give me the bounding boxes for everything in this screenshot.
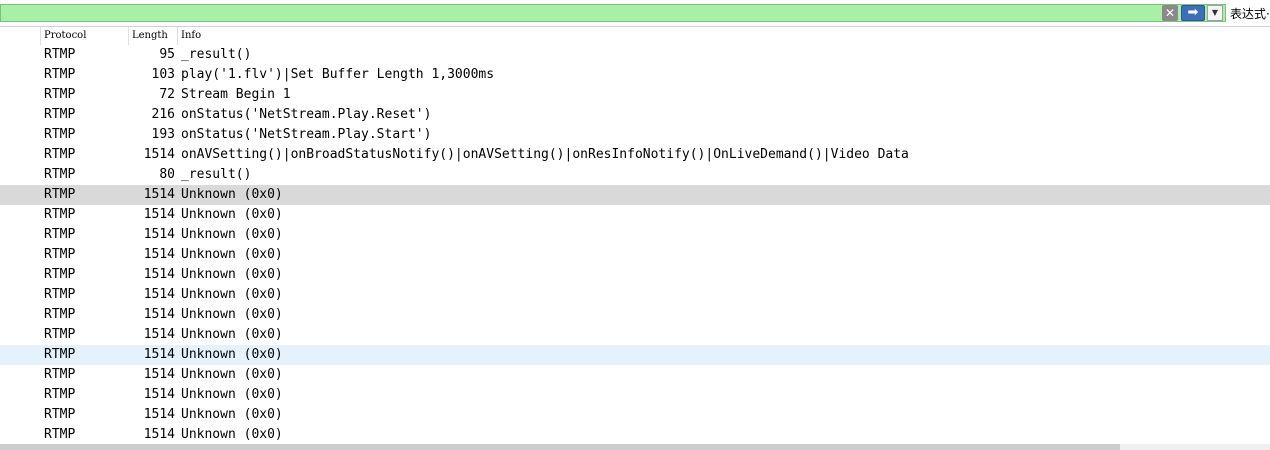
packet-row[interactable]: RTMP 1514 Unknown (0x0)	[0, 225, 1270, 245]
packet-list: RTMP 95 _result() RTMP 103 play('1.flv')|Set …	[0, 45, 1270, 445]
info-cell: _result()	[181, 167, 252, 182]
packet-row[interactable]: RTMP 1514 Unknown (0x0)	[0, 365, 1270, 385]
length-cell: 1514	[143, 227, 175, 242]
protocol-cell: RTMP	[44, 427, 76, 442]
length-cell: 1514	[143, 327, 175, 342]
packet-row[interactable]: RTMP 1514 Unknown (0x0)	[0, 345, 1270, 365]
protocol-cell: RTMP	[44, 367, 76, 382]
length-cell: 1514	[143, 247, 175, 262]
length-cell: 1514	[143, 367, 175, 382]
info-cell: Unknown (0x0)	[181, 307, 283, 322]
length-cell: 193	[151, 127, 175, 142]
length-cell: 1514	[143, 347, 175, 362]
info-cell: Unknown (0x0)	[181, 187, 283, 202]
length-cell: 103	[151, 67, 175, 82]
packet-row[interactable]: RTMP 193 onStatus('NetStream.Play.Start')	[0, 125, 1270, 145]
info-cell: Unknown (0x0)	[181, 387, 283, 402]
info-cell: _result()	[181, 47, 252, 62]
packet-row[interactable]: RTMP 1514 Unknown (0x0)	[0, 185, 1270, 205]
protocol-cell: RTMP	[44, 207, 76, 222]
info-cell: Unknown (0x0)	[181, 367, 283, 382]
length-cell: 1514	[143, 287, 175, 302]
packet-row[interactable]: RTMP 103 play('1.flv')|Set Buffer Length 1…	[0, 65, 1270, 85]
packet-row[interactable]: RTMP 1514 onAVSetting()|onBroadStatusNotif…	[0, 145, 1270, 165]
packet-row[interactable]: RTMP 216 onStatus('NetStream.Play.Reset')	[0, 105, 1270, 125]
packet-row[interactable]: RTMP 1514 Unknown (0x0)	[0, 285, 1270, 305]
clear-filter-icon[interactable]: ✕	[1162, 5, 1178, 21]
packet-row[interactable]: RTMP 72 Stream Begin 1	[0, 85, 1270, 105]
protocol-cell: RTMP	[44, 307, 76, 322]
length-cell: 95	[159, 47, 175, 62]
display-filter-toolbar: ✕ ➡ ▼ 表达式·	[0, 0, 1270, 26]
info-cell: Unknown (0x0)	[181, 247, 283, 262]
protocol-cell: RTMP	[44, 47, 76, 62]
packet-row[interactable]: RTMP 1514 Unknown (0x0)	[0, 425, 1270, 445]
packet-row[interactable]: RTMP 1514 Unknown (0x0)	[0, 385, 1270, 405]
protocol-cell: RTMP	[44, 247, 76, 262]
info-cell: Unknown (0x0)	[181, 207, 283, 222]
protocol-cell: RTMP	[44, 187, 76, 202]
protocol-cell: RTMP	[44, 127, 76, 142]
packet-row[interactable]: RTMP 80 _result()	[0, 165, 1270, 185]
protocol-cell: RTMP	[44, 107, 76, 122]
info-cell: onStatus('NetStream.Play.Reset')	[181, 107, 432, 122]
packet-row[interactable]: RTMP 1514 Unknown (0x0)	[0, 245, 1270, 265]
info-cell: Unknown (0x0)	[181, 267, 283, 282]
display-filter-input[interactable]	[0, 4, 1226, 22]
column-header-length[interactable]: Length	[128, 27, 177, 45]
protocol-cell: RTMP	[44, 167, 76, 182]
expression-button[interactable]: 表达式·	[1230, 5, 1270, 22]
info-cell: Stream Begin 1	[181, 87, 291, 102]
length-cell: 216	[151, 107, 175, 122]
protocol-cell: RTMP	[44, 287, 76, 302]
protocol-cell: RTMP	[44, 407, 76, 422]
info-cell: Unknown (0x0)	[181, 287, 283, 302]
info-cell: onStatus('NetStream.Play.Start')	[181, 127, 432, 142]
info-cell: Unknown (0x0)	[181, 227, 283, 242]
horizontal-scrollbar[interactable]	[0, 444, 1270, 450]
packet-row[interactable]: RTMP 1514 Unknown (0x0)	[0, 405, 1270, 425]
protocol-cell: RTMP	[44, 387, 76, 402]
length-cell: 72	[159, 87, 175, 102]
length-cell: 1514	[143, 207, 175, 222]
length-cell: 1514	[143, 147, 175, 162]
protocol-cell: RTMP	[44, 327, 76, 342]
info-cell: play('1.flv')|Set Buffer Length 1,3000ms	[181, 67, 495, 82]
packet-row[interactable]: RTMP 1514 Unknown (0x0)	[0, 205, 1270, 225]
protocol-cell: RTMP	[44, 67, 76, 82]
length-cell: 80	[159, 167, 175, 182]
length-cell: 1514	[143, 427, 175, 442]
packet-row[interactable]: RTMP 1514 Unknown (0x0)	[0, 305, 1270, 325]
info-cell: onAVSetting()|onBroadStatusNotify()|onAV…	[181, 147, 909, 162]
info-cell: Unknown (0x0)	[181, 427, 283, 442]
filter-history-dropdown-icon[interactable]: ▼	[1207, 5, 1223, 21]
protocol-cell: RTMP	[44, 147, 76, 162]
protocol-cell: RTMP	[44, 227, 76, 242]
protocol-cell: RTMP	[44, 87, 76, 102]
apply-filter-icon[interactable]: ➡	[1181, 5, 1205, 21]
length-cell: 1514	[143, 387, 175, 402]
horizontal-scrollbar-thumb[interactable]	[0, 444, 1120, 450]
length-cell: 1514	[143, 307, 175, 322]
column-header-info[interactable]: Info	[177, 27, 1270, 45]
column-header-protocol[interactable]: Protocol	[40, 27, 128, 45]
length-cell: 1514	[143, 187, 175, 202]
info-cell: Unknown (0x0)	[181, 407, 283, 422]
protocol-cell: RTMP	[44, 267, 76, 282]
info-cell: Unknown (0x0)	[181, 327, 283, 342]
packet-row[interactable]: RTMP 1514 Unknown (0x0)	[0, 325, 1270, 345]
packet-row[interactable]: RTMP 95 _result()	[0, 45, 1270, 65]
info-cell: Unknown (0x0)	[181, 347, 283, 362]
packet-row[interactable]: RTMP 1514 Unknown (0x0)	[0, 265, 1270, 285]
packet-list-header: Protocol Length Info	[0, 26, 1270, 45]
length-cell: 1514	[143, 267, 175, 282]
length-cell: 1514	[143, 407, 175, 422]
protocol-cell: RTMP	[44, 347, 76, 362]
